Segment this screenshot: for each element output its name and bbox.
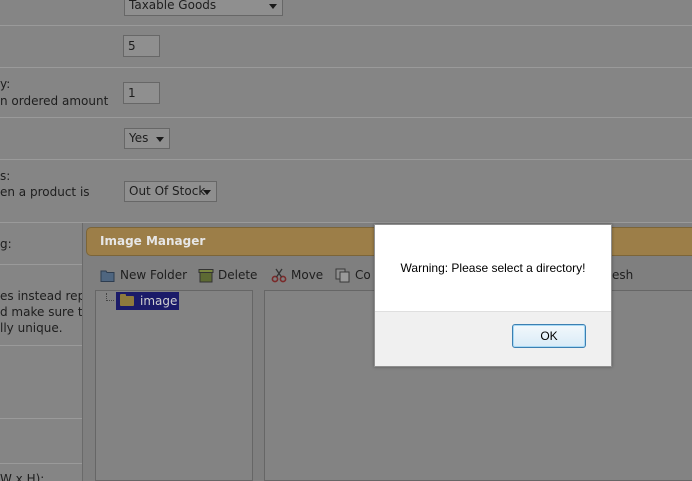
folder-icon <box>120 294 134 306</box>
delete-button[interactable]: Delete <box>198 264 257 286</box>
stock-status-help: en a product is <box>0 185 90 199</box>
tree-node-label: image <box>140 294 178 308</box>
form-row-image <box>0 346 82 419</box>
trash-icon <box>198 268 214 282</box>
chevron-down-icon <box>269 4 277 9</box>
ok-button[interactable]: OK <box>512 324 586 348</box>
chevron-down-icon <box>203 190 211 195</box>
copy-label: Co <box>355 268 371 282</box>
stock-status-select[interactable]: Out Of Stock <box>124 181 217 202</box>
tree-node-image[interactable]: image <box>116 292 179 310</box>
subtract-stock-value: Yes <box>129 131 149 145</box>
tree-connector <box>106 293 114 301</box>
new-folder-label: New Folder <box>120 268 188 282</box>
move-label: Move <box>291 268 324 282</box>
stock-status-label: s: <box>0 169 11 183</box>
alert-dialog: Warning: Please select a directory! OK <box>374 224 612 367</box>
tax-class-value: Taxable Goods <box>129 0 217 12</box>
minimum-label: y: <box>0 77 11 91</box>
dimensions-label: W x H): <box>0 472 45 481</box>
chevron-down-icon <box>156 137 164 142</box>
folder-tree[interactable] <box>95 290 253 481</box>
subtract-stock-select[interactable]: Yes <box>124 128 170 149</box>
form-row-seo <box>0 223 82 265</box>
form-row-quantity <box>0 26 692 68</box>
refresh-button[interactable]: esh <box>612 264 633 286</box>
move-button[interactable]: Move <box>271 264 323 286</box>
form-row-subtract <box>0 118 692 160</box>
alert-message: Warning: Please select a directory! <box>400 261 586 275</box>
form-row-stock-status <box>0 160 692 223</box>
alert-footer: OK <box>375 311 611 366</box>
tax-class-select[interactable]: Taxable Goods <box>124 0 283 16</box>
minimum-input[interactable]: 1 <box>123 82 160 104</box>
copy-icon <box>335 268 350 282</box>
seo-note-line-1: es instead repl <box>0 289 89 303</box>
seo-note-line-3: lly unique. <box>0 321 63 335</box>
minimum-help: n ordered amount <box>0 94 109 108</box>
seo-keyword-label: g: <box>0 237 12 251</box>
copy-button[interactable]: Co <box>335 264 371 286</box>
form-row-tax-class <box>0 0 692 26</box>
form-row-spacer <box>0 419 82 464</box>
refresh-label: esh <box>612 268 634 282</box>
quantity-input[interactable]: 5 <box>123 35 160 57</box>
folder-icon <box>100 270 115 282</box>
seo-note-line-2: d make sure th <box>0 305 91 319</box>
scissors-icon <box>271 268 287 282</box>
delete-label: Delete <box>218 268 258 282</box>
stock-status-value: Out Of Stock <box>129 184 206 198</box>
new-folder-button[interactable]: New Folder <box>100 264 187 286</box>
